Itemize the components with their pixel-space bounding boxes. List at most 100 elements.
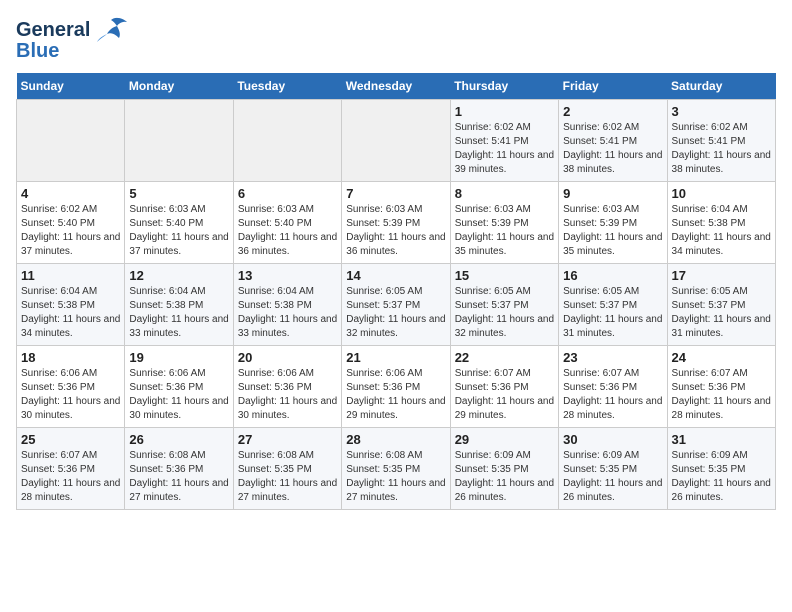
day-number: 25	[21, 432, 120, 447]
day-number: 19	[129, 350, 228, 365]
day-info: Sunrise: 6:03 AM Sunset: 5:40 PM Dayligh…	[238, 203, 337, 259]
day-info: Sunrise: 6:02 AM Sunset: 5:41 PM Dayligh…	[563, 121, 662, 177]
day-info: Sunrise: 6:03 AM Sunset: 5:39 PM Dayligh…	[455, 203, 554, 259]
day-number: 6	[238, 186, 337, 201]
logo-bird-icon	[93, 16, 129, 44]
day-number: 11	[21, 268, 120, 283]
header-monday: Monday	[125, 73, 233, 100]
calendar-cell: 5 Sunrise: 6:03 AM Sunset: 5:40 PM Daylig…	[125, 182, 233, 264]
calendar-cell: 25Sunrise: 6:07 AM Sunset: 5:36 PM Dayli…	[17, 428, 125, 510]
header-saturday: Saturday	[667, 73, 775, 100]
day-info: Sunrise: 6:02 AM Sunset: 5:40 PM Dayligh…	[21, 203, 120, 259]
calendar-cell: 6 Sunrise: 6:03 AM Sunset: 5:40 PM Daylig…	[233, 182, 341, 264]
calendar-cell: 23 Sunrise: 6:07 AM Sunset: 5:36 PM Dayli…	[559, 346, 667, 428]
day-info: Sunrise: 6:02 AM Sunset: 5:41 PM Dayligh…	[455, 121, 554, 177]
day-info: Sunrise: 6:07 AM Sunset: 5:36 PM Dayligh…	[563, 367, 662, 423]
logo-general: General	[16, 19, 90, 42]
header-tuesday: Tuesday	[233, 73, 341, 100]
day-number: 23	[563, 350, 662, 365]
calendar-cell: 16Sunrise: 6:05 AM Sunset: 5:37 PM Dayli…	[559, 264, 667, 346]
day-info: Sunrise: 6:09 AM Sunset: 5:35 PM Dayligh…	[455, 449, 554, 505]
calendar-week-5: 25Sunrise: 6:07 AM Sunset: 5:36 PM Dayli…	[17, 428, 776, 510]
calendar-cell: 3 Sunrise: 6:02 AM Sunset: 5:41 PM Daylig…	[667, 100, 775, 182]
calendar-cell: 2 Sunrise: 6:02 AM Sunset: 5:41 PM Daylig…	[559, 100, 667, 182]
calendar-cell	[125, 100, 233, 182]
calendar-week-4: 18 Sunrise: 6:06 AM Sunset: 5:36 PM Dayli…	[17, 346, 776, 428]
day-info: Sunrise: 6:06 AM Sunset: 5:36 PM Dayligh…	[346, 367, 445, 423]
day-number: 4	[21, 186, 120, 201]
day-info: Sunrise: 6:06 AM Sunset: 5:36 PM Dayligh…	[238, 367, 337, 423]
day-number: 3	[672, 104, 771, 119]
calendar-cell: 17 Sunrise: 6:05 AM Sunset: 5:37 PM Dayli…	[667, 264, 775, 346]
day-info: Sunrise: 6:07 AM Sunset: 5:36 PM Dayligh…	[672, 367, 771, 423]
calendar-cell: 4 Sunrise: 6:02 AM Sunset: 5:40 PM Daylig…	[17, 182, 125, 264]
calendar-cell: 29 Sunrise: 6:09 AM Sunset: 5:35 PM Dayli…	[450, 428, 558, 510]
day-number: 9	[563, 186, 662, 201]
day-number: 27	[238, 432, 337, 447]
logo-blue: Blue	[16, 40, 59, 63]
day-info: Sunrise: 6:06 AM Sunset: 5:36 PM Dayligh…	[129, 367, 228, 423]
day-number: 2	[563, 104, 662, 119]
day-info: Sunrise: 6:04 AM Sunset: 5:38 PM Dayligh…	[238, 285, 337, 341]
day-number: 10	[672, 186, 771, 201]
day-info: Sunrise: 6:09 AM Sunset: 5:35 PM Dayligh…	[672, 449, 771, 505]
header-wednesday: Wednesday	[342, 73, 450, 100]
calendar-cell: 20 Sunrise: 6:06 AM Sunset: 5:36 PM Dayli…	[233, 346, 341, 428]
calendar-table: SundayMondayTuesdayWednesdayThursdayFrid…	[16, 73, 776, 510]
calendar-cell: 27 Sunrise: 6:08 AM Sunset: 5:35 PM Dayli…	[233, 428, 341, 510]
day-number: 31	[672, 432, 771, 447]
calendar-cell: 1 Sunrise: 6:02 AM Sunset: 5:41 PM Daylig…	[450, 100, 558, 182]
day-info: Sunrise: 6:03 AM Sunset: 5:39 PM Dayligh…	[563, 203, 662, 259]
calendar-cell: 10 Sunrise: 6:04 AM Sunset: 5:38 PM Dayli…	[667, 182, 775, 264]
day-info: Sunrise: 6:05 AM Sunset: 5:37 PM Dayligh…	[346, 285, 445, 341]
day-number: 16	[563, 268, 662, 283]
day-number: 28	[346, 432, 445, 447]
day-info: Sunrise: 6:03 AM Sunset: 5:40 PM Dayligh…	[129, 203, 228, 259]
calendar-cell: 8 Sunrise: 6:03 AM Sunset: 5:39 PM Daylig…	[450, 182, 558, 264]
calendar-cell: 21 Sunrise: 6:06 AM Sunset: 5:36 PM Dayli…	[342, 346, 450, 428]
calendar-cell: 28Sunrise: 6:08 AM Sunset: 5:35 PM Dayli…	[342, 428, 450, 510]
day-number: 26	[129, 432, 228, 447]
day-info: Sunrise: 6:08 AM Sunset: 5:35 PM Dayligh…	[238, 449, 337, 505]
day-info: Sunrise: 6:07 AM Sunset: 5:36 PM Dayligh…	[455, 367, 554, 423]
day-number: 29	[455, 432, 554, 447]
calendar-week-1: 1 Sunrise: 6:02 AM Sunset: 5:41 PM Daylig…	[17, 100, 776, 182]
logo: General Blue	[16, 16, 129, 63]
day-number: 18	[21, 350, 120, 365]
day-number: 7	[346, 186, 445, 201]
calendar-week-2: 4 Sunrise: 6:02 AM Sunset: 5:40 PM Daylig…	[17, 182, 776, 264]
calendar-cell	[233, 100, 341, 182]
day-info: Sunrise: 6:04 AM Sunset: 5:38 PM Dayligh…	[672, 203, 771, 259]
day-number: 8	[455, 186, 554, 201]
day-number: 15	[455, 268, 554, 283]
calendar-cell: 31 Sunrise: 6:09 AM Sunset: 5:35 PM Dayli…	[667, 428, 775, 510]
calendar-cell: 22 Sunrise: 6:07 AM Sunset: 5:36 PM Dayli…	[450, 346, 558, 428]
day-info: Sunrise: 6:05 AM Sunset: 5:37 PM Dayligh…	[672, 285, 771, 341]
day-info: Sunrise: 6:03 AM Sunset: 5:39 PM Dayligh…	[346, 203, 445, 259]
calendar-cell: 7 Sunrise: 6:03 AM Sunset: 5:39 PM Daylig…	[342, 182, 450, 264]
calendar-cell: 14 Sunrise: 6:05 AM Sunset: 5:37 PM Dayli…	[342, 264, 450, 346]
calendar-cell: 26 Sunrise: 6:08 AM Sunset: 5:36 PM Dayli…	[125, 428, 233, 510]
day-info: Sunrise: 6:09 AM Sunset: 5:35 PM Dayligh…	[563, 449, 662, 505]
day-number: 5	[129, 186, 228, 201]
calendar-cell: 19 Sunrise: 6:06 AM Sunset: 5:36 PM Dayli…	[125, 346, 233, 428]
day-number: 30	[563, 432, 662, 447]
day-info: Sunrise: 6:02 AM Sunset: 5:41 PM Dayligh…	[672, 121, 771, 177]
calendar-cell: 18Sunrise: 6:06 AM Sunset: 5:36 PM Dayli…	[17, 346, 125, 428]
day-info: Sunrise: 6:04 AM Sunset: 5:38 PM Dayligh…	[21, 285, 120, 341]
header-friday: Friday	[559, 73, 667, 100]
day-number: 21	[346, 350, 445, 365]
day-number: 17	[672, 268, 771, 283]
day-number: 20	[238, 350, 337, 365]
calendar-cell: 12Sunrise: 6:04 AM Sunset: 5:38 PM Dayli…	[125, 264, 233, 346]
calendar-cell: 15Sunrise: 6:05 AM Sunset: 5:37 PM Dayli…	[450, 264, 558, 346]
day-info: Sunrise: 6:08 AM Sunset: 5:36 PM Dayligh…	[129, 449, 228, 505]
day-number: 14	[346, 268, 445, 283]
calendar-cell	[17, 100, 125, 182]
calendar-cell: 24 Sunrise: 6:07 AM Sunset: 5:36 PM Dayli…	[667, 346, 775, 428]
day-number: 1	[455, 104, 554, 119]
day-number: 22	[455, 350, 554, 365]
day-number: 12	[129, 268, 228, 283]
day-number: 24	[672, 350, 771, 365]
page-header: General Blue	[16, 16, 776, 63]
